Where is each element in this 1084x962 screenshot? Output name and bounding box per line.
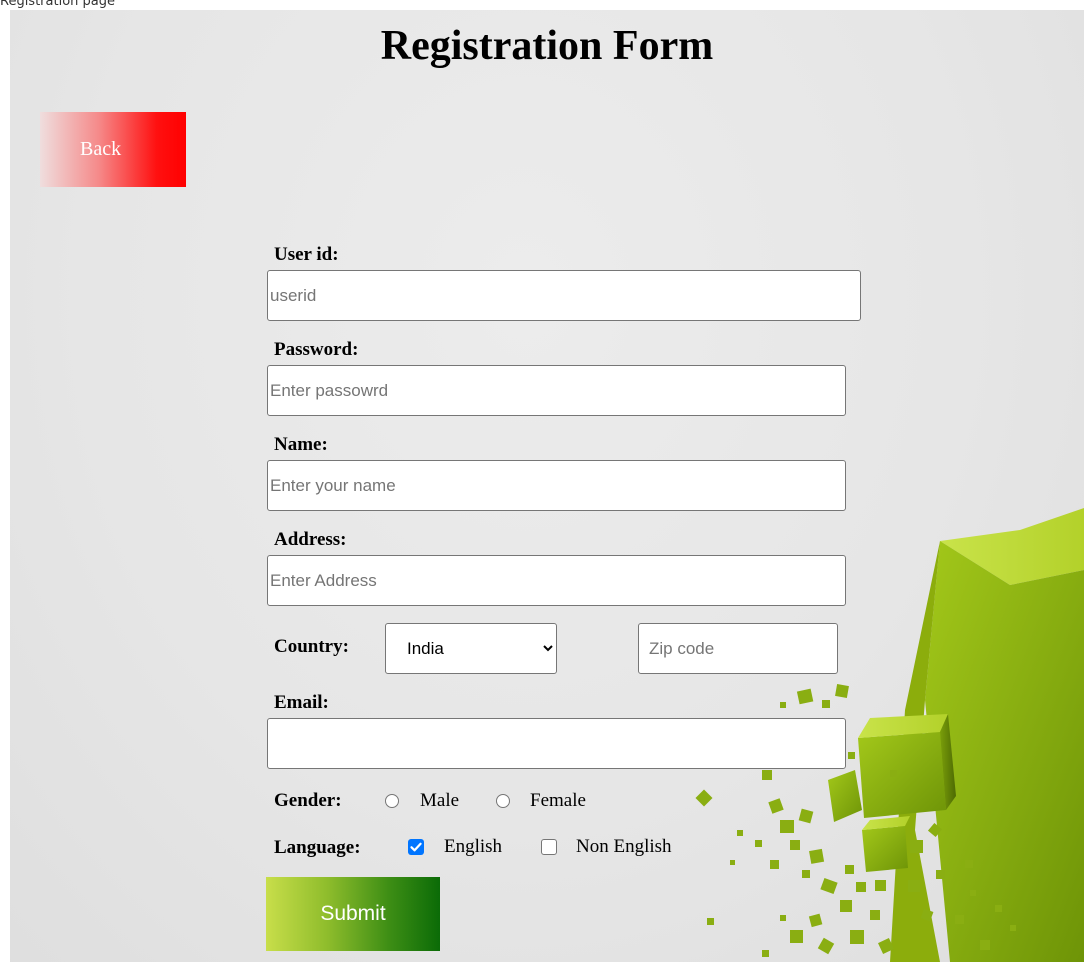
submit-button[interactable]: Submit [266,877,440,951]
screenshot-caption: Registration page [0,0,115,9]
language-english-label: English [444,836,503,857]
zip-code-input[interactable] [638,623,838,674]
address-label: Address: [274,529,347,550]
language-non-english-checkbox[interactable] [541,839,557,855]
password-input[interactable] [267,365,846,416]
country-select[interactable]: India [385,623,557,674]
name-input[interactable] [267,460,846,511]
page-title: Registration Form [380,23,714,69]
userid-input[interactable] [267,270,861,321]
language-label: Language: [274,837,361,858]
screenshot-frame: Registration page Registration Form Back… [0,0,1084,962]
email-label: Email: [274,692,329,713]
gender-male-label: Male [420,790,460,811]
gender-female-label: Female [530,790,586,811]
checkmark-icon [410,842,422,852]
userid-label: User id: [274,244,339,265]
gender-label: Gender: [274,790,342,811]
language-english-checkbox[interactable] [408,839,424,855]
password-label: Password: [274,339,359,360]
language-non-english-label: Non English [576,836,672,857]
gender-male-radio[interactable] [385,794,399,808]
back-button[interactable]: Back [40,112,186,187]
address-input[interactable] [267,555,846,606]
country-label: Country: [274,636,349,657]
name-label: Name: [274,434,328,455]
registration-page: Registration Form Back User id: Password… [10,10,1084,962]
gender-female-radio[interactable] [496,794,510,808]
email-input[interactable] [267,718,846,769]
